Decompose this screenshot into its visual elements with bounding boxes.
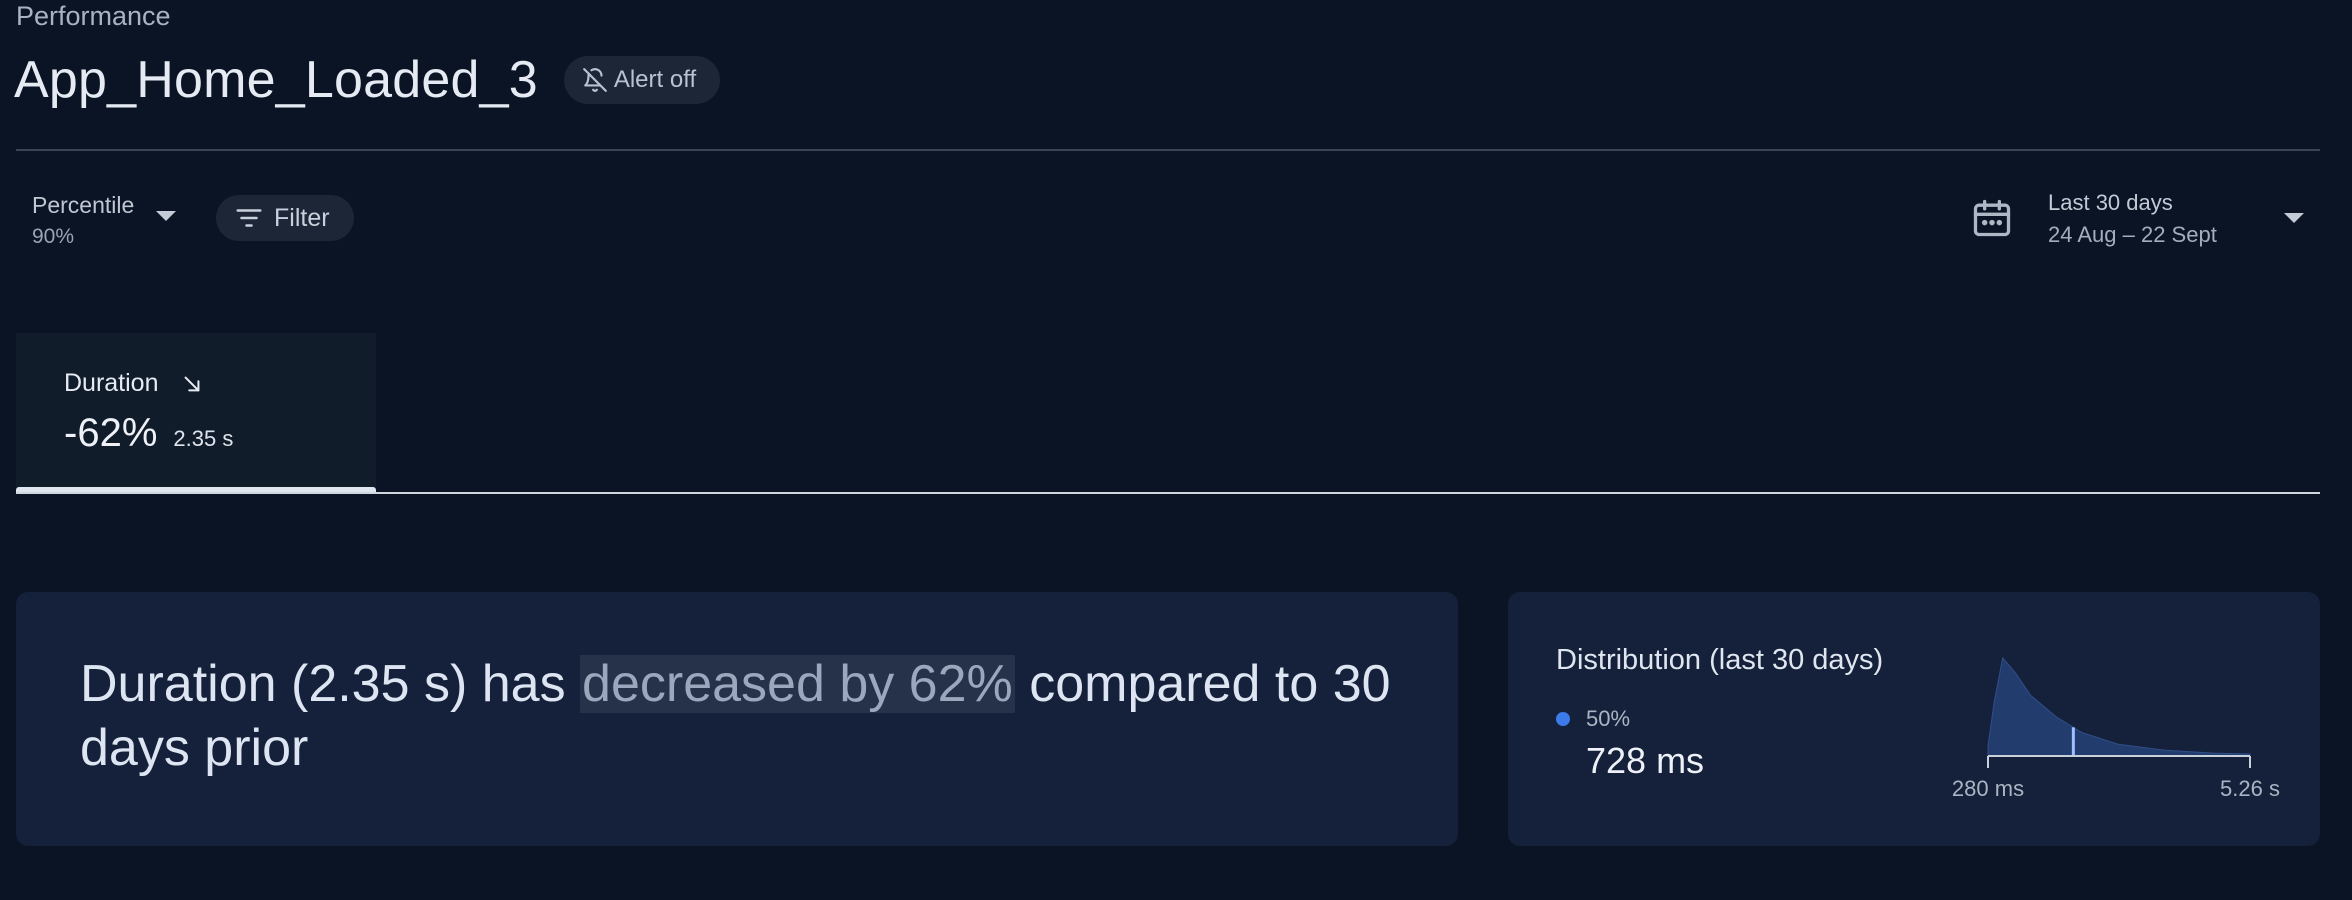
- distribution-value: 728 ms: [1586, 740, 1705, 781]
- chevron-down-icon[interactable]: [156, 211, 176, 221]
- x-tick-label-max: 5.26 s: [2220, 776, 2280, 801]
- summary-card: Duration (2.35 s) has decreased by 62% c…: [16, 592, 1458, 846]
- distribution-percentile: 50%: [1556, 706, 1630, 732]
- performance-page: Performance App_Home_Loaded_3 Alert off …: [0, 0, 2352, 900]
- metric-value: 2.35 s: [173, 426, 234, 451]
- bell-off-icon: [582, 68, 607, 92]
- header-divider: [16, 149, 2320, 151]
- metric-name-label: Duration: [64, 369, 159, 397]
- distribution-area: [1987, 656, 2251, 757]
- summary-text: Duration (2.35 s) has decreased by 62% c…: [80, 652, 1410, 780]
- filter-icon: [236, 209, 262, 227]
- alert-chip-label: Alert off: [613, 66, 697, 93]
- metric-delta: -62% 2.35 s: [64, 411, 233, 456]
- tabs-divider: [16, 492, 2320, 494]
- summary-highlight: decreased by 62%: [580, 655, 1015, 713]
- title-row: App_Home_Loaded_3 Alert off: [14, 48, 721, 112]
- alert-toggle-chip[interactable]: Alert off: [563, 56, 721, 104]
- filter-label: Filter: [274, 203, 330, 232]
- chevron-down-icon[interactable]: [2284, 213, 2304, 223]
- metric-delta-percent: -62%: [64, 411, 158, 455]
- summary-prefix: Duration (2.35 s) has: [80, 655, 581, 713]
- distribution-percentile-label: 50%: [1586, 706, 1631, 731]
- tab-duration[interactable]: Duration -62% 2.35 s: [16, 333, 376, 491]
- percentile-value: 90%: [32, 225, 75, 248]
- breadcrumb[interactable]: Performance: [16, 0, 171, 32]
- x-tick-label-min: 280 ms: [1952, 776, 2024, 801]
- distribution-card: Distribution (last 30 days) 50% 728 ms 2…: [1508, 592, 2320, 846]
- metric-tab-name: Duration: [64, 369, 203, 398]
- legend-dot: [1556, 712, 1570, 726]
- date-range-value: 24 Aug – 22 Sept: [2048, 222, 2217, 247]
- date-range-picker[interactable]: Last 30 days 24 Aug – 22 Sept: [2048, 188, 2217, 250]
- arrow-down-right-icon: [184, 376, 199, 391]
- distribution-title: Distribution (last 30 days): [1556, 644, 1884, 676]
- distribution-chart: 280 ms 5.26 s: [1952, 656, 2280, 801]
- percentile-label: Percentile: [32, 192, 135, 218]
- date-range-label: Last 30 days: [2048, 190, 2173, 215]
- percentile-dropdown[interactable]: Percentile 90%: [32, 190, 134, 252]
- calendar-icon[interactable]: [1970, 196, 2014, 240]
- filter-button[interactable]: Filter: [216, 195, 354, 241]
- page-title: App_Home_Loaded_3: [14, 51, 538, 109]
